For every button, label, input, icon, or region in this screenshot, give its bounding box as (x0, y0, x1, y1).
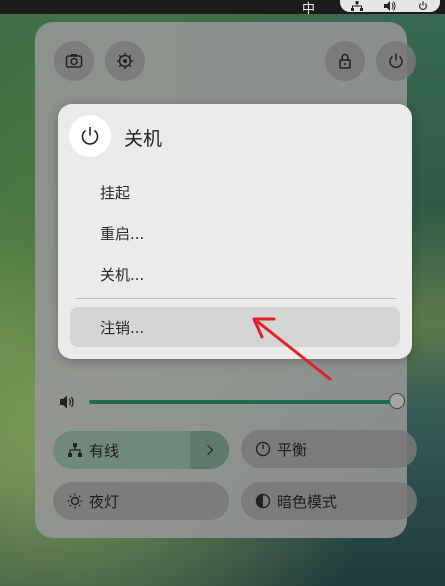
night-light-toggle[interactable]: 夜灯 (53, 482, 229, 520)
power-icon (81, 127, 99, 145)
top-bar: 中 (0, 0, 445, 17)
volume-slider-handle[interactable] (389, 393, 405, 409)
volume-slider[interactable] (89, 393, 405, 409)
chevron-right-icon (207, 444, 214, 456)
power-mode-toggle[interactable]: 平衡 (241, 430, 417, 468)
power-mode-label: 平衡 (277, 440, 308, 459)
power-icon (389, 53, 403, 69)
night-light-label: 夜灯 (89, 492, 120, 511)
desktop-background: 中 关机 挂起 重启... 关机... 注销... 有线 平衡 夜灯 暗色模式 (0, 0, 445, 586)
dark-mode-label: 暗色模式 (277, 492, 338, 511)
wired-menu-expand-button[interactable] (191, 431, 229, 469)
lock-icon (339, 53, 351, 69)
menu-item-power-off[interactable]: 关机... (70, 254, 400, 294)
settings-icon (117, 53, 133, 69)
menu-separator (76, 298, 396, 299)
dark-mode-toggle[interactable]: 暗色模式 (241, 482, 417, 520)
network-icon (350, 1, 363, 11)
menu-item-suspend[interactable]: 挂起 (70, 172, 400, 212)
wired-network-toggle[interactable]: 有线 (53, 431, 229, 469)
screenshot-button[interactable] (54, 41, 94, 81)
lock-button[interactable] (325, 41, 365, 81)
input-method-indicator[interactable]: 中 (302, 0, 315, 17)
power-menu-button[interactable] (376, 41, 416, 81)
speedometer-icon (255, 441, 271, 457)
annotation-arrow (252, 317, 332, 381)
system-status-menu[interactable] (340, 0, 440, 12)
power-off-header-icon (69, 115, 111, 157)
power-icon (419, 1, 428, 10)
screenshot-icon (65, 54, 83, 68)
power-off-submenu: 关机 挂起 重启... 关机... 注销... (58, 104, 412, 359)
settings-button[interactable] (105, 41, 145, 81)
network-icon (68, 443, 82, 457)
volume-icon[interactable] (58, 393, 76, 411)
submenu-title: 关机 (124, 128, 163, 150)
sun-icon (67, 493, 83, 509)
wired-toggle-label: 有线 (89, 441, 120, 460)
menu-item-restart[interactable]: 重启... (70, 213, 400, 253)
volume-level-fill (89, 400, 397, 404)
volume-icon (383, 1, 396, 11)
menu-item-log-out[interactable]: 注销... (70, 307, 400, 347)
dark-mode-icon (255, 493, 271, 509)
